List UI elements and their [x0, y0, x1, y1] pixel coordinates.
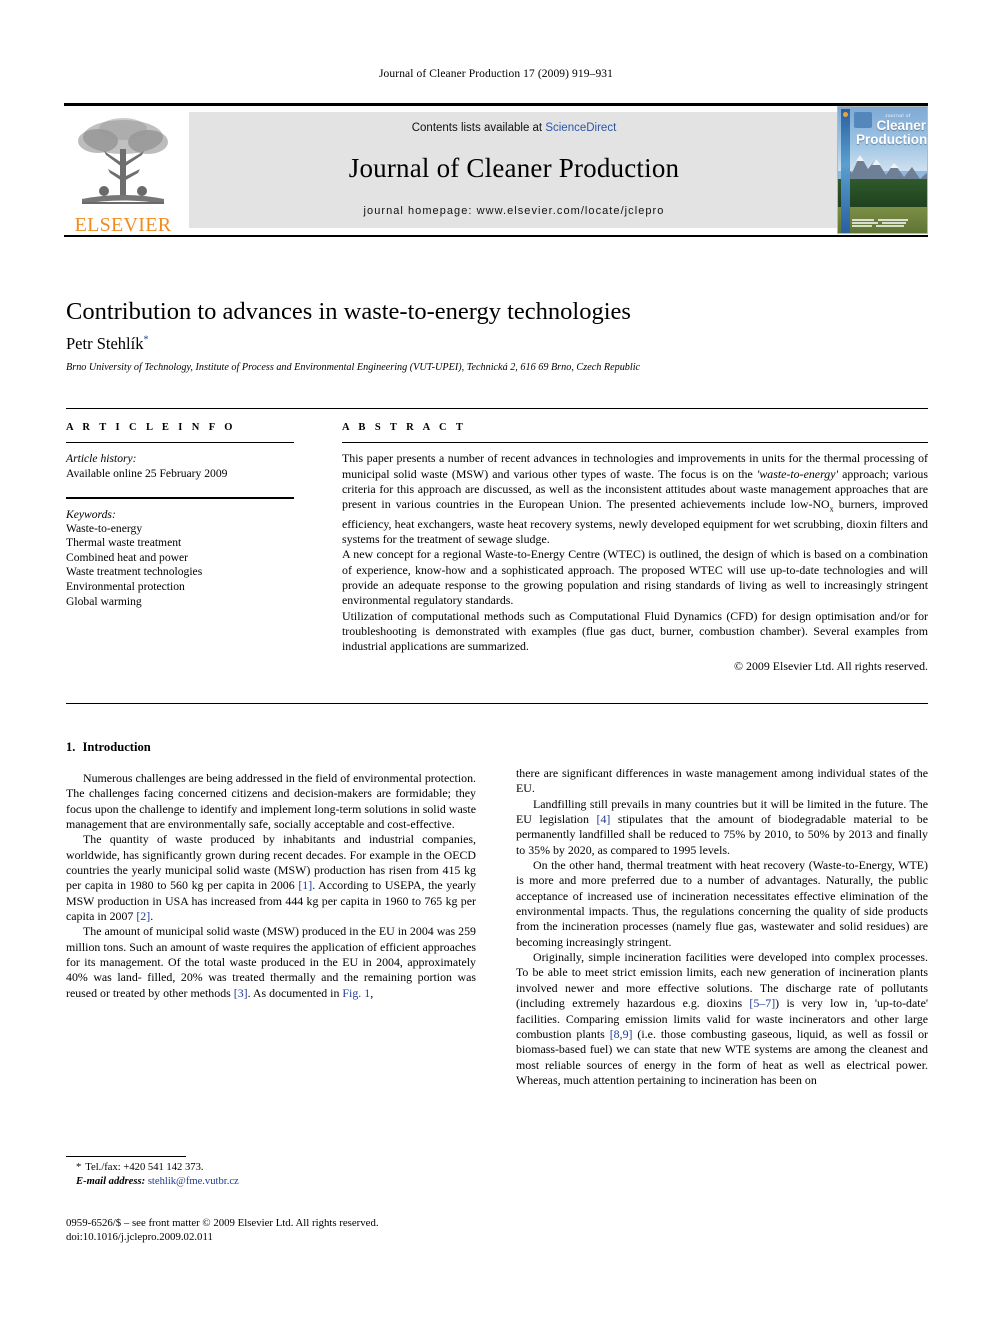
elsevier-wordmark: ELSEVIER: [74, 214, 172, 236]
abstract-copyright: © 2009 Elsevier Ltd. All rights reserved…: [734, 658, 928, 673]
keyword-item: Combined heat and power: [66, 550, 189, 564]
footnote-tel-value: Tel./fax: +420 541 142 373.: [85, 1162, 204, 1174]
article-info-heading: A R T I C L E I N F O: [66, 422, 236, 433]
footnote-email: E-mail address: stehlik@fme.vutbr.cz: [66, 1175, 476, 1189]
author-footnote-marker[interactable]: *: [143, 335, 148, 346]
reference-link[interactable]: [1]: [298, 878, 312, 892]
page-title: Contribution to advances in waste-to-ene…: [66, 298, 631, 325]
abstract-paragraph: This paper presents a number of recent a…: [342, 451, 929, 547]
section-heading-introduction: 1. Introduction: [66, 740, 476, 755]
elsevier-logo: ELSEVIER: [64, 111, 182, 235]
abstract-rule: [342, 442, 928, 444]
body-paragraph: Numerous challenges are being addressed …: [66, 771, 476, 832]
paper-page: Journal of Cleaner Production 17 (2009) …: [0, 0, 992, 1323]
body-paragraph: The quantity of waste produced by inhabi…: [66, 832, 476, 924]
cover-title-line1: Cleaner: [876, 118, 926, 133]
article-info-spacer: [66, 481, 294, 497]
footnote-email-label: E-mail address:: [76, 1176, 146, 1188]
footnote-rule: [66, 1156, 186, 1158]
reference-link[interactable]: [4]: [597, 812, 611, 826]
info-abstract-top-rule: [66, 408, 928, 410]
reference-link[interactable]: [8,9]: [610, 1027, 633, 1041]
section-title: Introduction: [82, 740, 151, 754]
journal-masthead: ELSEVIER Contents lists available at Sci…: [64, 103, 928, 237]
keyword-item: Thermal waste treatment: [66, 536, 182, 550]
abstract-paragraph: A new concept for a regional Waste-to-En…: [342, 547, 928, 608]
body-paragraph: The amount of municipal solid waste (MSW…: [66, 924, 476, 1000]
cover-title-line2: Production: [856, 131, 928, 147]
cover-spine: [841, 109, 850, 233]
reference-link[interactable]: [5–7]: [749, 996, 775, 1010]
contents-available-line: Contents lists available at ScienceDirec…: [189, 122, 839, 134]
reference-link[interactable]: [2]: [136, 909, 150, 923]
body-column-left: 1. Introduction Numerous challenges are b…: [66, 740, 476, 1001]
body-paragraph: Landfilling still prevails in many count…: [516, 796, 928, 857]
author-name: Petr Stehlík*: [66, 334, 866, 354]
body-paragraph: On the other hand, thermal treatment wit…: [516, 858, 928, 949]
keyword-item: Environmental protection: [66, 579, 185, 593]
sciencedirect-link[interactable]: ScienceDirect: [545, 122, 616, 134]
cover-bottom-text: [852, 219, 926, 230]
imprint-block: 0959-6526/$ – see front matter © 2009 El…: [66, 1216, 496, 1244]
author-affiliation: Brno University of Technology, Institute…: [66, 362, 641, 373]
reference-link[interactable]: [3]: [234, 986, 248, 1000]
footnote-marker: *: [76, 1162, 82, 1174]
info-abstract-bottom-rule: [66, 702, 928, 704]
keyword-item: Waste treatment technologies: [66, 565, 203, 579]
contents-band: Contents lists available at ScienceDirec…: [189, 112, 839, 228]
elsevier-tree-icon: [78, 118, 168, 204]
abstract-column: A B S T R A C T This paper presents a nu…: [342, 422, 928, 674]
imprint-doi[interactable]: doi:10.1016/j.jclepro.2009.02.011: [66, 1230, 496, 1244]
body-column-right: there are significant differences in was…: [516, 766, 928, 1088]
contents-prefix: Contents lists available at: [411, 122, 546, 134]
abstract-paragraph: Utilization of computational methods suc…: [342, 608, 928, 654]
masthead-bottom-rule: [64, 235, 928, 237]
masthead-top-rule: [64, 103, 928, 106]
journal-homepage-link[interactable]: journal homepage: www.elsevier.com/locat…: [189, 205, 839, 217]
running-head: Journal of Cleaner Production 17 (2009) …: [378, 68, 614, 80]
article-history-label: Article history:: [66, 452, 137, 466]
imprint-front-matter: 0959-6526/$ – see front matter © 2009 El…: [66, 1217, 379, 1229]
journal-cover-thumbnail: Journal of Cleaner Production: [837, 106, 928, 234]
info-abstract-block: A R T I C L E I N F O Article history: A…: [66, 408, 928, 704]
footnote-block: * Tel./fax: +420 541 142 373. E-mail addr…: [66, 1156, 476, 1189]
cover-spine-dot: [843, 112, 848, 117]
keywords-label: Keywords:: [66, 507, 116, 521]
body-paragraph: Originally, simple incineration faciliti…: [516, 950, 928, 1087]
section-number: 1.: [66, 740, 76, 754]
keyword-item: Waste-to-energy: [66, 521, 143, 535]
article-history-value: Available online 25 February 2009: [66, 467, 228, 481]
article-info-rule-1: [66, 442, 294, 444]
body-paragraph: there are significant differences in was…: [516, 766, 928, 796]
keywords-list: Waste-to-energy Thermal waste treatment …: [66, 522, 294, 610]
footnote-email-link[interactable]: stehlik@fme.vutbr.cz: [148, 1176, 239, 1187]
author-label: Petr Stehlík: [66, 334, 144, 353]
figure-link[interactable]: Fig. 1: [342, 986, 370, 1000]
footnote-tel: * Tel./fax: +420 541 142 373.: [66, 1161, 476, 1175]
article-info-column: A R T I C L E I N F O Article history: A…: [66, 422, 294, 609]
keyword-item: Global warming: [66, 594, 142, 608]
article-info-rule-2: [66, 497, 294, 499]
abstract-heading: A B S T R A C T: [342, 422, 467, 433]
cover-title: Cleaner Production: [856, 118, 928, 147]
journal-title: Journal of Cleaner Production: [348, 153, 680, 183]
